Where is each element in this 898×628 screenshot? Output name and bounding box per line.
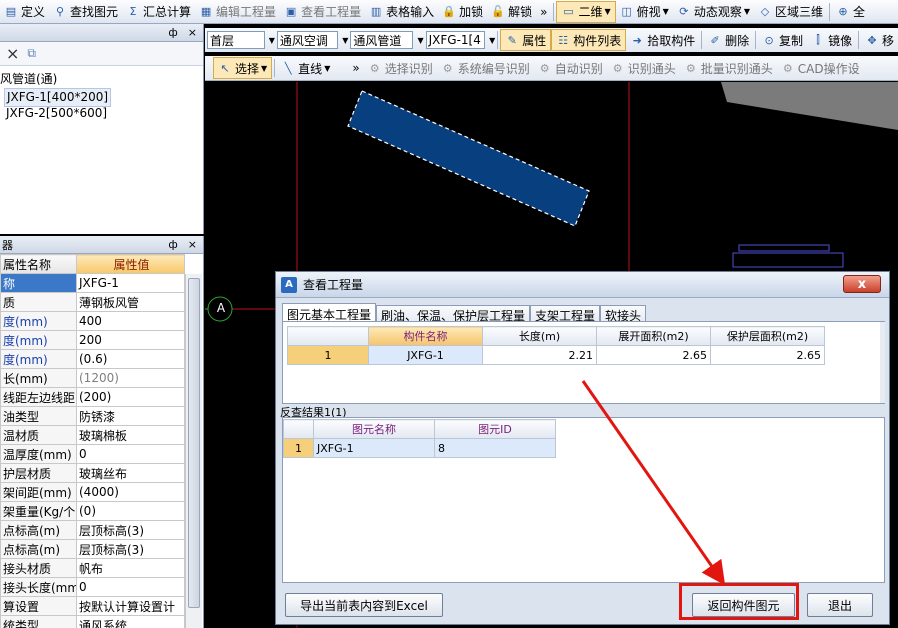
annotation-overlay [581,380,726,586]
red-highlight-box [679,583,799,620]
red-arrow-annotation [581,380,726,586]
